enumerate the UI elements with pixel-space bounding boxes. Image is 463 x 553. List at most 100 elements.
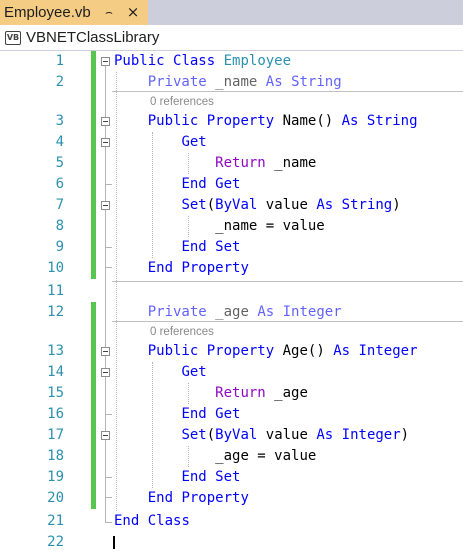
keyword: Public	[114, 53, 165, 69]
keyword: Private	[147, 304, 207, 320]
outline-collapse-icon[interactable]	[101, 347, 110, 356]
keyword: As	[265, 74, 283, 90]
line-number: 13	[47, 343, 64, 359]
close-icon[interactable]: ×	[125, 3, 141, 21]
code-line[interactable]: _age = value	[114, 446, 316, 467]
code-line[interactable]: Get	[114, 362, 206, 383]
line-number: 22	[47, 534, 64, 550]
line-number: 10	[47, 260, 64, 276]
line-number: 3	[55, 113, 64, 129]
keyword: As	[333, 343, 351, 359]
keyword: Get	[215, 176, 241, 192]
line-number: 4	[55, 134, 64, 150]
line-number: 18	[47, 448, 64, 464]
pin-icon[interactable]: ⌢	[102, 4, 116, 20]
code-lens-references[interactable]: 0 references	[150, 95, 214, 110]
line-number: 17	[47, 427, 64, 443]
document-tab[interactable]: Employee.vb ⌢ ×	[0, 0, 148, 25]
line-number: 15	[47, 385, 64, 401]
keyword: Class	[173, 53, 216, 69]
outline-collapse-icon[interactable]	[101, 57, 110, 66]
code-line[interactable]: Private _name As String	[114, 72, 342, 93]
code-line[interactable]: End Set	[114, 467, 240, 488]
keyword: Set	[181, 427, 207, 443]
document-tab-strip: Employee.vb ⌢ ×	[0, 0, 463, 25]
code-line[interactable]: End Property	[114, 488, 249, 509]
outline-collapse-icon[interactable]	[101, 117, 110, 126]
keyword: Integer	[341, 427, 401, 443]
code-line[interactable]: Return _age	[114, 383, 308, 404]
keyword: End	[114, 513, 140, 529]
code-editor[interactable]: 1 2 3 4 5 6 7 8 9 10 11 12 13 14 15 16 1…	[0, 51, 463, 550]
code-line[interactable]: Public Property Name() As String	[114, 111, 418, 132]
keyword: Property	[181, 490, 249, 506]
punctuation: )	[400, 427, 410, 443]
code-line[interactable]: End Class	[114, 511, 190, 532]
keyword: String	[291, 74, 342, 90]
line-number: 5	[55, 155, 64, 171]
project-dropdown[interactable]: VBNETClassLibrary	[26, 29, 159, 46]
punctuation: (	[206, 427, 216, 443]
keyword: Private	[147, 74, 207, 90]
text-caret	[113, 536, 115, 549]
keyword: Property	[206, 113, 275, 129]
outline-end	[105, 522, 112, 523]
code-line[interactable]: Return _name	[114, 153, 316, 174]
keyword: Set	[181, 197, 207, 213]
keyword: End	[181, 239, 207, 255]
type-name: Employee	[223, 53, 292, 69]
code-line[interactable]: Set(ByVal value As Integer)	[114, 425, 409, 446]
keyword: As	[341, 113, 359, 129]
outline-collapse-icon[interactable]	[101, 431, 110, 440]
outline-collapse-icon[interactable]	[101, 368, 110, 377]
line-number: 11	[47, 283, 64, 299]
line-number: 14	[47, 364, 64, 380]
control-keyword: Return	[215, 155, 266, 171]
code-line[interactable]: Set(ByVal value As String)	[114, 195, 400, 216]
keyword: ByVal	[215, 197, 258, 213]
outline-collapse-icon[interactable]	[101, 138, 110, 147]
keyword: End	[181, 469, 207, 485]
code-line[interactable]: Public Class Employee	[114, 51, 291, 72]
tab-title: Employee.vb	[4, 4, 91, 21]
keyword: Integer	[358, 343, 418, 359]
identifier: Name()	[282, 113, 334, 129]
code-line[interactable]: End Set	[114, 237, 240, 258]
line-number: 19	[47, 469, 64, 485]
identifier: _name	[215, 74, 258, 90]
changed-lines-bar	[91, 302, 96, 509]
code-line[interactable]: End Get	[114, 404, 240, 425]
outline-end	[105, 247, 112, 248]
control-keyword: Return	[215, 385, 266, 401]
outline-collapse-icon[interactable]	[101, 201, 110, 210]
line-number: 16	[47, 406, 64, 422]
code-lens-references[interactable]: 0 references	[150, 325, 214, 340]
code-line[interactable]: End Property	[114, 258, 249, 279]
code-line[interactable]: _name = value	[114, 216, 325, 237]
outline-end	[105, 414, 112, 415]
keyword: Integer	[282, 304, 342, 320]
keyword: String	[366, 113, 418, 129]
keyword: Get	[215, 406, 241, 422]
keyword: Public	[147, 343, 199, 359]
code-line[interactable]: Private _age As Integer	[114, 302, 342, 323]
outline-end	[105, 184, 112, 185]
identifier: _name	[274, 155, 317, 171]
keyword: As	[316, 197, 334, 213]
changed-lines-bar	[91, 51, 96, 279]
line-number: 6	[55, 176, 64, 192]
keyword: As	[316, 427, 334, 443]
outline-end	[105, 477, 112, 478]
identifier: Age()	[282, 343, 325, 359]
code-line[interactable]: Get	[114, 132, 206, 153]
line-number: 1	[55, 53, 64, 69]
code-line[interactable]: Public Property Age() As Integer	[114, 341, 418, 362]
vb-project-icon: VB	[5, 30, 21, 45]
code-line[interactable]: End Get	[114, 174, 240, 195]
keyword: Public	[147, 113, 199, 129]
navigation-bar[interactable]: VB VBNETClassLibrary	[0, 25, 463, 51]
keyword: Set	[215, 469, 241, 485]
identifier: _age	[274, 385, 308, 401]
keyword: As	[257, 304, 275, 320]
keyword: End	[181, 406, 207, 422]
